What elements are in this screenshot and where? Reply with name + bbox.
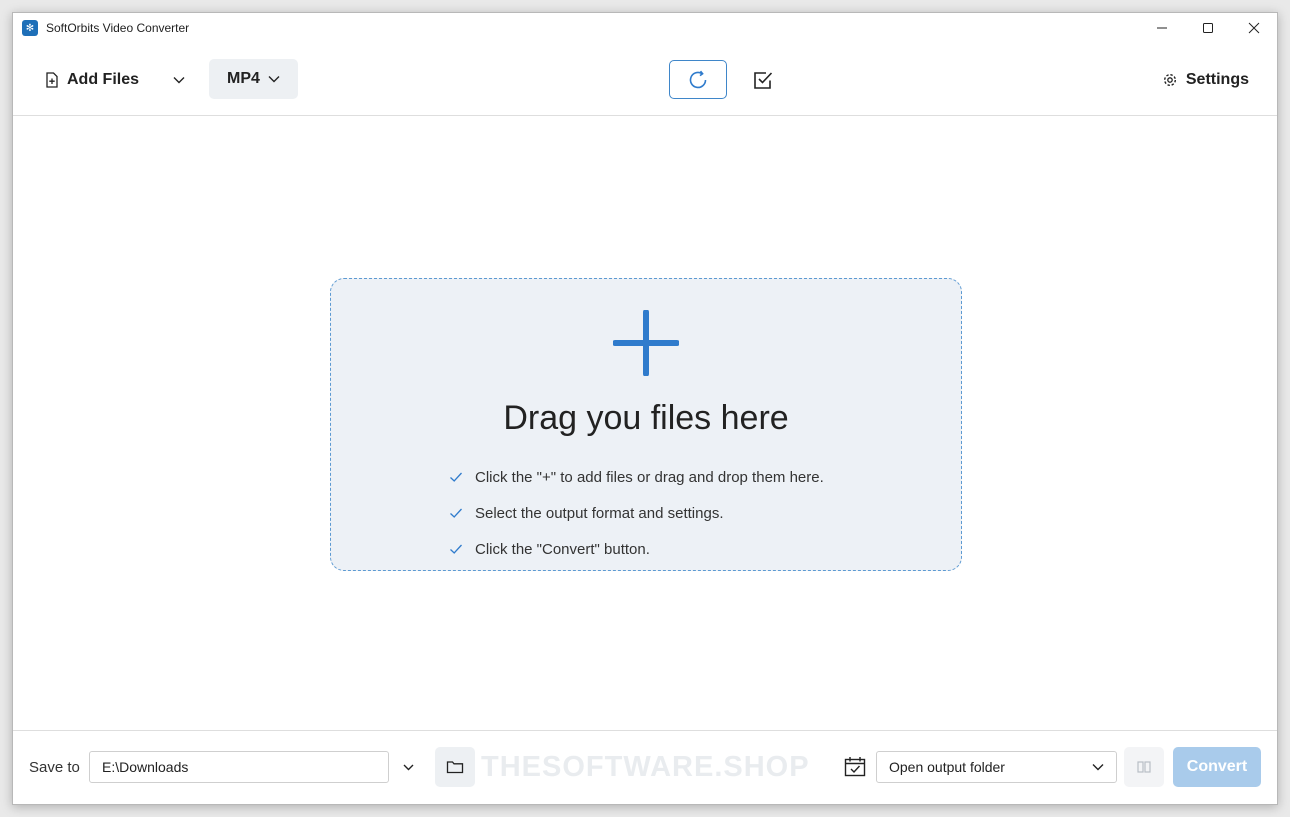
drop-zone-title: Drag you files here <box>503 399 789 437</box>
chevron-down-icon <box>403 764 413 770</box>
format-label: MP4 <box>227 70 260 87</box>
plus-icon[interactable] <box>613 310 679 376</box>
save-path-dropdown[interactable] <box>399 757 417 777</box>
drop-zone[interactable]: Drag you files here Click the "+" to add… <box>330 278 962 571</box>
tips-list: Click the "+" to add files or drag and d… <box>449 459 824 567</box>
add-file-icon <box>46 72 58 88</box>
tip-text: Select the output format and settings. <box>475 504 724 522</box>
maximize-icon <box>1203 23 1213 33</box>
browse-folder-button[interactable] <box>435 747 475 787</box>
chevron-down-icon <box>1092 764 1104 771</box>
tip-text: Click the "+" to add files or drag and d… <box>475 468 824 486</box>
toolbar: Add Files MP4 Settings <box>13 43 1277 116</box>
watermark: THESOFTWARE.SHOP <box>481 751 810 783</box>
window-controls <box>1139 13 1277 43</box>
add-files-button[interactable]: Add Files <box>45 61 139 99</box>
add-files-dropdown[interactable] <box>169 61 189 99</box>
save-to-label: Save to <box>29 759 80 776</box>
format-selector[interactable]: MP4 <box>209 59 298 99</box>
settings-label: Settings <box>1185 71 1249 88</box>
settings-button[interactable]: Settings <box>1162 61 1249 99</box>
checkbox-icon <box>754 71 773 89</box>
close-button[interactable] <box>1231 13 1277 43</box>
gear-icon <box>1163 73 1176 87</box>
refresh-button[interactable] <box>669 60 727 99</box>
folder-icon <box>446 761 464 774</box>
list-item: Click the "Convert" button. <box>449 531 824 567</box>
bottom-bar: Save to THESOFTWARE.SHOP Open output fol… <box>13 730 1277 804</box>
list-item: Click the "+" to add files or drag and d… <box>449 459 824 495</box>
app-logo-icon: ✻ <box>22 20 38 36</box>
minimize-button[interactable] <box>1139 13 1185 43</box>
minimize-icon <box>1157 27 1167 29</box>
convert-button[interactable]: Convert <box>1173 747 1261 787</box>
after-conversion-select[interactable]: Open output folder <box>876 751 1117 783</box>
calendar-check-icon <box>844 757 866 777</box>
chevron-down-icon <box>173 77 185 84</box>
after-conversion-label: Open output folder <box>889 759 1005 775</box>
close-icon <box>1248 22 1260 34</box>
list-item: Select the output format and settings. <box>449 495 824 531</box>
checkmark-icon <box>450 508 462 518</box>
chevron-down-icon <box>268 76 280 83</box>
save-path-input[interactable] <box>89 751 389 783</box>
compare-icon <box>1137 761 1151 773</box>
checkmark-icon <box>450 544 462 554</box>
checkmark-icon <box>450 472 462 482</box>
select-all-button[interactable] <box>743 60 783 99</box>
window-title: SoftOrbits Video Converter <box>46 21 190 35</box>
add-files-label: Add Files <box>67 71 140 88</box>
compare-button[interactable] <box>1124 747 1164 787</box>
title-bar: ✻ SoftOrbits Video Converter <box>13 13 1277 43</box>
maximize-button[interactable] <box>1185 13 1231 43</box>
refresh-icon <box>689 70 707 88</box>
tip-text: Click the "Convert" button. <box>475 540 650 558</box>
app-window: ✻ SoftOrbits Video Converter Add Files M… <box>12 12 1278 805</box>
